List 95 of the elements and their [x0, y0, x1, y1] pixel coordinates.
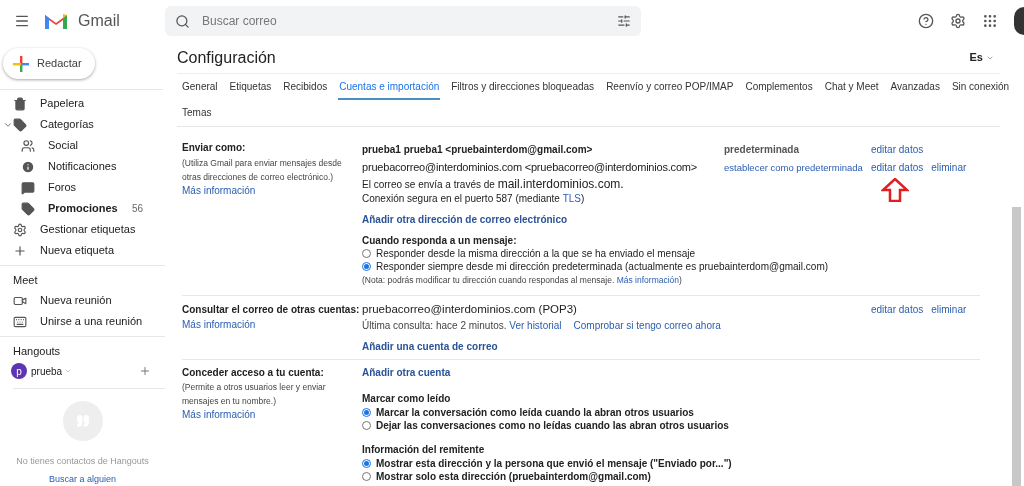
radio-label: Dejar las conversaciones como no leídas cuando las abran otros usuarios	[376, 419, 729, 432]
plus-icon	[13, 55, 29, 72]
sidebar-item[interactable]: Notificaciones	[0, 156, 163, 177]
group-title: Marcar como leído	[362, 392, 452, 405]
set-default-link[interactable]: establecer como predeterminada	[724, 161, 871, 174]
help-icon[interactable]	[918, 13, 934, 29]
section-label: Conceder acceso a tu cuenta:	[182, 366, 325, 379]
add-account-link[interactable]: Añadir una cuenta de correo	[362, 340, 498, 353]
group-title: Información del remitente	[362, 443, 486, 456]
app-name: Gmail	[78, 11, 120, 31]
smtp-server-text: El correo se envía a través de mail.interdominios.com.	[362, 177, 624, 191]
more-info-link[interactable]: Más información	[182, 408, 362, 421]
user-name[interactable]: prueba	[31, 363, 63, 379]
filter-options-icon[interactable]	[617, 14, 631, 28]
sidebar-item[interactable]: Nueva etiqueta	[0, 240, 163, 261]
check-mail-link[interactable]: Comprobar si tengo correo ahora	[573, 319, 721, 332]
group-title: Cuando responda a un mensaje:	[362, 234, 518, 247]
add-address-link[interactable]: Añadir otra dirección de correo electrónico	[362, 213, 568, 226]
radio-label: Mostrar solo esta dirección (pruebainterdom@gmail.com)	[376, 470, 651, 483]
sidebar-item[interactable]: Social	[0, 135, 163, 156]
people-icon	[21, 138, 35, 153]
section-heading: Hangouts	[13, 343, 62, 359]
radio-button[interactable]	[362, 262, 371, 271]
empty-state-text: No tienes contactos de Hangouts	[16, 455, 149, 468]
arrow-up-icon	[881, 178, 909, 202]
radio-button[interactable]	[362, 408, 371, 417]
section-description: (Permite a otros usuarios leer y enviar mensajes en tu nombre.)	[182, 381, 327, 408]
settings-tab[interactable]: Filtros y direcciones bloqueadas	[450, 74, 596, 100]
settings-tab[interactable]: Chat y Meet	[823, 74, 880, 100]
connection-text: )	[581, 191, 585, 205]
sidebar-item[interactable]: Promociones 56	[0, 198, 163, 219]
add-other-account-link[interactable]: Añadir otra cuenta	[362, 366, 451, 379]
settings-tab[interactable]: Recibidos	[282, 74, 329, 100]
account-address: pruebacorreo@interdominios.com (POP3)	[362, 303, 578, 316]
settings-tab[interactable]: Temas	[181, 100, 213, 126]
sidebar-item[interactable]: Foros	[0, 177, 163, 198]
settings-tab[interactable]: Avanzadas	[889, 74, 941, 100]
scrollbar[interactable]	[1012, 207, 1021, 486]
radio-button[interactable]	[362, 459, 371, 468]
more-info-link[interactable]: Más información	[182, 184, 362, 197]
radio-label: Marcar la conversación como leída cuando la abran otros usuarios	[376, 406, 694, 419]
default-status: predeterminada	[724, 143, 801, 156]
settings-icon[interactable]	[950, 13, 966, 29]
envelope-logo-icon	[44, 12, 68, 30]
sidebar-item[interactable]: Nueva reunión	[0, 290, 165, 311]
settings-tab[interactable]: Etiquetas	[228, 74, 273, 100]
search-icon[interactable]	[175, 13, 190, 29]
tag-icon	[21, 201, 35, 216]
sidebar-item[interactable]: Gestionar etiquetas	[0, 219, 163, 240]
plus-icon	[13, 243, 27, 258]
settings-tab[interactable]: Reenvío y correo POP/IMAP	[605, 74, 735, 100]
action-link[interactable]: eliminar	[931, 303, 967, 316]
chat-icon	[21, 180, 35, 195]
language-selector[interactable]: Es	[969, 49, 994, 66]
search-person-link[interactable]: Buscar a alguien	[48, 472, 116, 486]
plus-icon[interactable]	[139, 365, 151, 377]
history-link[interactable]: Ver historial	[509, 319, 562, 332]
connection-text: Conexión segura en el puerto 587 (mediante	[362, 191, 561, 205]
settings-tab[interactable]: Complementos	[744, 74, 814, 100]
action-link[interactable]: editar datos	[871, 143, 924, 156]
section-description: (Utiliza Gmail para enviar mensajes desde otras direcciones de correo electrónico.)	[182, 157, 343, 184]
sidebar-item[interactable]: Papelera	[0, 93, 163, 114]
search-field[interactable]: Buscar correo	[202, 12, 617, 30]
gear-icon	[13, 222, 27, 237]
settings-tab[interactable]: Cuentas e importación	[338, 74, 441, 100]
section-label: Enviar como:	[182, 141, 247, 154]
section-heading: Meet	[12, 272, 39, 288]
radio-label: Responder siempre desde mi dirección predeterminada (actualmente es pruebainterdom@gmail.com)	[376, 260, 829, 273]
label-icon	[13, 117, 27, 132]
account-address: prueba1 prueba1 <pruebainterdom@gmail.com>	[362, 143, 594, 156]
sidebar-item[interactable]: Categorías	[0, 114, 163, 135]
unread-count: 56	[131, 202, 143, 216]
note-text: )	[679, 274, 682, 287]
radio-label: Responder desde la misma dirección a la que se ha enviado el mensaje	[376, 247, 696, 260]
trash-icon	[13, 96, 27, 111]
last-check-text: Última consulta: hace 2 minutos.	[362, 319, 508, 332]
more-info-link[interactable]: Más información	[182, 318, 362, 331]
search-bar[interactable]: Buscar correo	[165, 6, 641, 36]
account-address: pruebacorreo@interdominios.com <pruebacorreo@interdominios.com>	[362, 161, 698, 174]
keyboard-icon	[13, 314, 27, 329]
apps-grid-icon[interactable]	[982, 13, 998, 29]
action-link[interactable]: eliminar	[931, 161, 967, 174]
action-link[interactable]: editar datos	[871, 303, 924, 316]
note-text: (Nota: podrás modificar tu dirección cuando respondas al mensaje.	[362, 274, 616, 287]
menu-icon[interactable]	[14, 13, 30, 29]
action-link[interactable]: editar datos	[871, 161, 924, 174]
avatar: p	[11, 363, 27, 379]
section-label: Consultar el correo de otras cuentas:	[182, 303, 361, 316]
sidebar-item[interactable]: Unirse a una reunión	[0, 311, 165, 332]
settings-tab[interactable]: General	[181, 74, 219, 100]
settings-tab[interactable]: Sin conexión	[950, 74, 1011, 100]
compose-button[interactable]: Redactar	[3, 48, 95, 79]
info-icon	[21, 159, 35, 174]
radio-label: Mostrar esta dirección y la persona que envió el mensaje ("Enviado por...")	[376, 457, 732, 470]
page-title: Configuración	[177, 47, 276, 68]
